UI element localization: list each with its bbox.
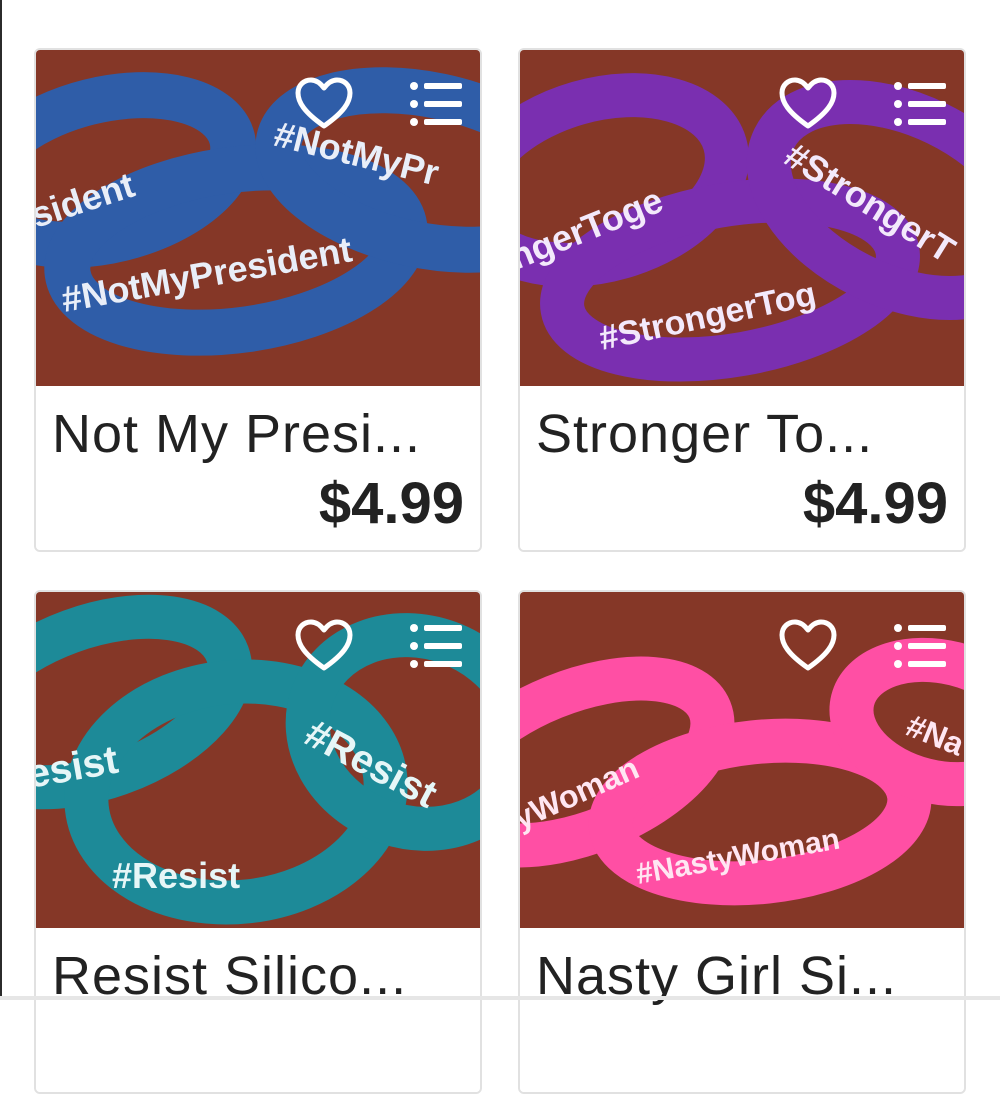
- listing-title[interactable]: Stronger To...: [536, 402, 956, 466]
- listing-photo[interactable]: #NotMyPresident sident #NotMyPr: [36, 50, 480, 386]
- favorite-button[interactable]: [778, 76, 838, 132]
- favorite-button[interactable]: [294, 618, 354, 674]
- listing-title[interactable]: Not My Presi...: [52, 402, 472, 466]
- listing-card[interactable]: #NotMyPresident sident #NotMyPr Not My P…: [34, 48, 482, 552]
- listing-photo[interactable]: #Resist esist #Resist: [36, 592, 480, 928]
- heart-outline-icon: [779, 619, 837, 671]
- favorite-button[interactable]: [294, 76, 354, 132]
- listing-card[interactable]: #NastyWoman yWoman #Na Nasty Girl Si...: [518, 590, 966, 1094]
- listing-photo[interactable]: #StrongerTog ngerToge #StrongerT: [520, 50, 964, 386]
- add-to-list-button[interactable]: [892, 622, 948, 670]
- list-icon: [894, 624, 946, 668]
- wristband-text: #Resist: [112, 855, 240, 896]
- list-icon: [894, 82, 946, 126]
- listing-price: $4.99: [318, 471, 464, 536]
- listing-info: Nasty Girl Si...: [520, 928, 964, 1092]
- listing-photo[interactable]: #NastyWoman yWoman #Na: [520, 592, 964, 928]
- heart-outline-icon: [779, 77, 837, 129]
- add-to-list-button[interactable]: [892, 80, 948, 128]
- screen-edge: [0, 0, 2, 1000]
- listing-info: Not My Presi... $4.99: [36, 386, 480, 550]
- list-icon: [410, 624, 462, 668]
- favorite-button[interactable]: [778, 618, 838, 674]
- add-to-list-button[interactable]: [408, 622, 464, 670]
- listing-info: Resist Silico...: [36, 928, 480, 1092]
- add-to-list-button[interactable]: [408, 80, 464, 128]
- listing-price: $4.99: [802, 471, 948, 536]
- bottom-divider: [0, 996, 1000, 1000]
- listing-card[interactable]: #Resist esist #Resist Resist Silico...: [34, 590, 482, 1094]
- heart-outline-icon: [295, 619, 353, 671]
- listing-card[interactable]: #StrongerTog ngerToge #StrongerT Stronge…: [518, 48, 966, 552]
- heart-outline-icon: [295, 77, 353, 129]
- list-icon: [410, 82, 462, 126]
- listing-info: Stronger To... $4.99: [520, 386, 964, 550]
